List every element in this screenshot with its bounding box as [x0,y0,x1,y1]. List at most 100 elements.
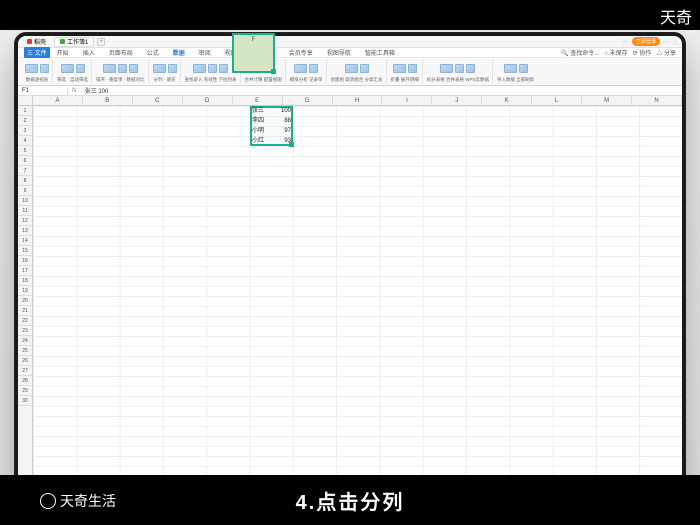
column-header[interactable]: H [333,96,383,105]
row-header[interactable]: 7 [18,166,32,176]
ribbon-button[interactable] [208,64,217,73]
column-header[interactable]: B [83,96,133,105]
ribbon-button[interactable] [25,64,38,73]
share-button[interactable]: △ 分享 [656,48,676,57]
menu-item[interactable]: 页面布局 [109,48,133,57]
doc-tab-active[interactable]: 工作簿1 [54,37,94,47]
cell[interactable]: 李四88 [250,116,293,126]
row-header[interactable]: 16 [18,256,32,266]
row-header[interactable]: 28 [18,376,32,386]
column-header[interactable]: I [382,96,432,105]
row-header[interactable]: 18 [18,276,32,286]
ribbon-button[interactable] [294,64,307,73]
doc-tab[interactable]: 稻壳 [22,37,51,47]
row-header[interactable]: 17 [18,266,32,276]
formula-bar: F1 fx 张三 100 [18,86,682,96]
ribbon-group: 筛选 · 自动筛选 [54,60,92,83]
cell[interactable]: 小明97 [250,126,293,136]
row-header[interactable]: 24 [18,336,32,346]
row-header[interactable]: 4 [18,136,32,146]
login-button[interactable]: 立即登录 [632,37,660,46]
ribbon-button[interactable] [40,64,49,73]
ribbon-button[interactable] [153,64,166,73]
ribbon-button[interactable] [393,64,406,73]
ribbon-button[interactable] [61,64,74,73]
tutorial-caption: 4.点击分列 [296,486,405,515]
menu-item[interactable]: 视图导航 [327,48,351,57]
ribbon-button[interactable] [519,64,528,73]
menu-item[interactable]: 数据 [173,48,185,57]
ribbon-button[interactable] [455,64,464,73]
row-header[interactable]: 8 [18,176,32,186]
name-box[interactable]: F1 [18,88,68,94]
ribbon-button[interactable] [168,64,177,73]
ribbon-button[interactable] [129,64,138,73]
sync-button[interactable]: ⟳ 协作 [633,48,652,57]
row-header[interactable]: 20 [18,296,32,306]
search-box[interactable]: 🔍 查找命令... [561,48,599,57]
row-header[interactable]: 15 [18,246,32,256]
row-header[interactable]: 3 [18,126,32,136]
unsaved-indicator: ○ 未保存 [604,48,627,57]
fx-icon[interactable]: fx [68,88,81,94]
row-header[interactable]: 2 [18,116,32,126]
row-header[interactable]: 6 [18,156,32,166]
row-header[interactable]: 26 [18,356,32,366]
formula-input[interactable]: 张三 100 [81,86,682,95]
menu-item[interactable]: 审阅 [199,48,211,57]
menu-item[interactable]: 智能工具箱 [365,48,395,57]
ribbon-button[interactable] [440,64,453,73]
menu-item[interactable]: 公式 [147,48,159,57]
ribbon-button[interactable] [103,64,116,73]
row-header[interactable]: 14 [18,236,32,246]
column-header[interactable]: D [183,96,233,105]
column-header[interactable]: A [33,96,83,105]
row-header[interactable]: 12 [18,216,32,226]
row-header[interactable]: 21 [18,306,32,316]
column-header[interactable]: N [632,96,682,105]
column-header[interactable]: K [482,96,532,105]
ribbon-button[interactable] [193,64,206,73]
min-button[interactable] [663,39,669,45]
select-all-corner[interactable] [18,96,33,105]
menu-item[interactable]: 开始 [57,48,69,57]
menu-item[interactable]: 会员专享 [289,48,313,57]
window-button[interactable] [623,39,629,45]
row-header[interactable]: 27 [18,366,32,376]
ribbon-button[interactable] [219,64,228,73]
ribbon-button[interactable] [345,64,358,73]
row-header[interactable]: 23 [18,326,32,336]
cell-area[interactable]: 张三100李四88小明97小红93 [33,106,682,498]
ribbon-button[interactable] [504,64,517,73]
row-header[interactable]: 30 [18,396,32,406]
ribbon-button[interactable] [360,64,369,73]
new-tab-button[interactable]: + [97,38,105,46]
ribbon-button[interactable] [76,64,85,73]
cell[interactable]: 小红93 [250,136,293,146]
row-header[interactable]: 29 [18,386,32,396]
row-header[interactable]: 19 [18,286,32,296]
cell[interactable]: 张三100 [250,106,293,116]
row-header[interactable]: 1 [18,106,32,116]
file-menu[interactable]: 三 文件 [24,47,50,58]
column-header[interactable]: E [233,96,283,105]
column-header[interactable]: J [432,96,482,105]
column-header[interactable]: C [133,96,183,105]
row-header[interactable]: 9 [18,186,32,196]
ribbon-button[interactable] [466,64,475,73]
row-header[interactable]: 10 [18,196,32,206]
max-button[interactable] [672,39,678,45]
ribbon-button[interactable] [118,64,127,73]
row-header[interactable]: 13 [18,226,32,236]
column-header[interactable]: M [582,96,632,105]
ribbon-button[interactable] [309,64,318,73]
row-header[interactable]: 22 [18,316,32,326]
row-header[interactable]: 11 [18,206,32,216]
row-header[interactable]: 5 [18,146,32,156]
row-header[interactable]: 25 [18,346,32,356]
column-header[interactable]: G [283,96,333,105]
row-headers: 1234567891011121314151617181920212223242… [18,106,33,498]
menu-item[interactable]: 插入 [83,48,95,57]
ribbon-button[interactable] [408,64,417,73]
column-header[interactable]: L [532,96,582,105]
